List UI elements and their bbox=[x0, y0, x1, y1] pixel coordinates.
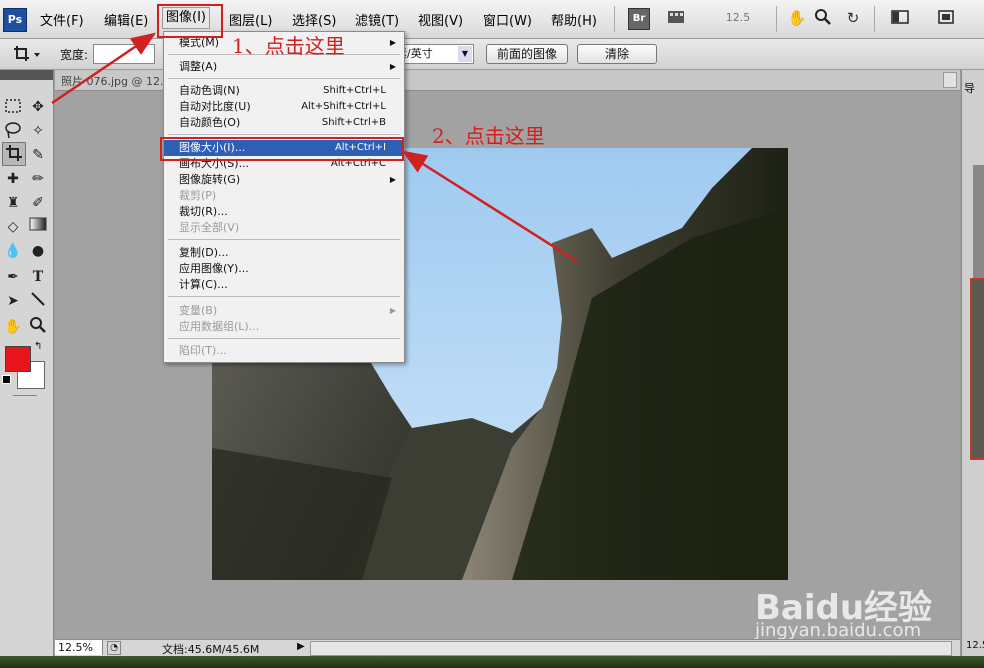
arrow-to-image-menu bbox=[51, 32, 157, 105]
arrow-to-image-size bbox=[401, 150, 579, 264]
annotation-arrows bbox=[51, 32, 579, 264]
